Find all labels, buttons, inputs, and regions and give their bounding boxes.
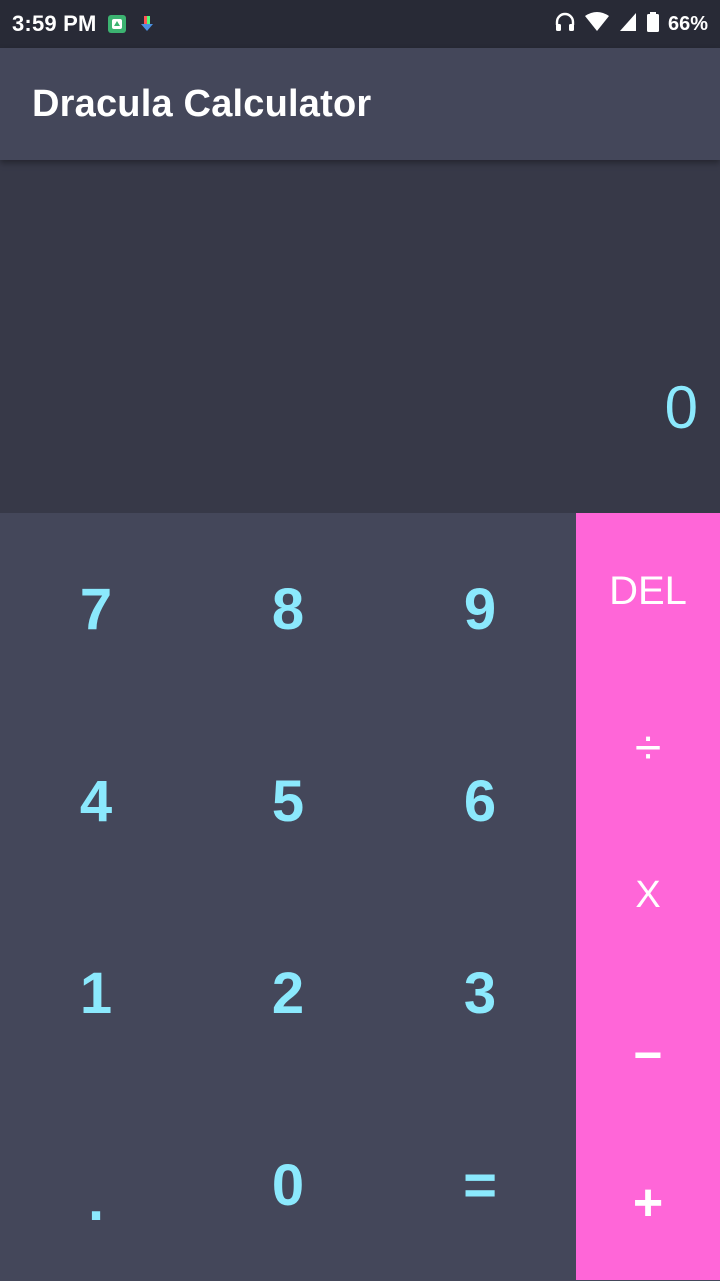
add-button[interactable]: +	[576, 1133, 720, 1273]
signal-icon	[618, 11, 638, 38]
key-8[interactable]: 8	[192, 513, 384, 705]
key-7[interactable]: 7	[0, 513, 192, 705]
key-5[interactable]: 5	[192, 705, 384, 897]
status-bar: 3:59 PM 66%	[0, 0, 720, 48]
operator-panel: DEL ÷ X − +	[576, 513, 720, 1280]
divide-button[interactable]: ÷	[576, 678, 720, 818]
status-right: 66%	[554, 11, 708, 38]
key-6[interactable]: 6	[384, 705, 576, 897]
battery-percentage: 66%	[667, 12, 708, 35]
key-3[interactable]: 3	[384, 897, 576, 1089]
subtract-button[interactable]: −	[576, 985, 720, 1125]
wifi-icon	[584, 11, 610, 38]
keypad: 7 8 9 4 5 6 1 2 3 . 0 =	[0, 513, 576, 1280]
headphones-icon	[554, 11, 576, 38]
key-9[interactable]: 9	[384, 513, 576, 705]
app-notification-icon	[107, 14, 127, 34]
key-0[interactable]: 0	[192, 1089, 384, 1281]
key-4[interactable]: 4	[0, 705, 192, 897]
status-left: 3:59 PM	[12, 11, 157, 37]
key-decimal[interactable]: .	[0, 1089, 192, 1281]
download-notification-icon	[137, 14, 157, 34]
delete-button[interactable]: DEL	[576, 521, 720, 661]
battery-icon	[646, 11, 660, 38]
display-value: 0	[664, 374, 698, 441]
key-2[interactable]: 2	[192, 897, 384, 1089]
multiply-button[interactable]: X	[576, 825, 720, 965]
app-title: Dracula Calculator	[32, 82, 372, 125]
app-bar: Dracula Calculator	[0, 48, 720, 160]
key-1[interactable]: 1	[0, 897, 192, 1089]
key-equals[interactable]: =	[384, 1089, 576, 1281]
status-time: 3:59 PM	[12, 11, 97, 36]
display: 0	[0, 160, 720, 513]
